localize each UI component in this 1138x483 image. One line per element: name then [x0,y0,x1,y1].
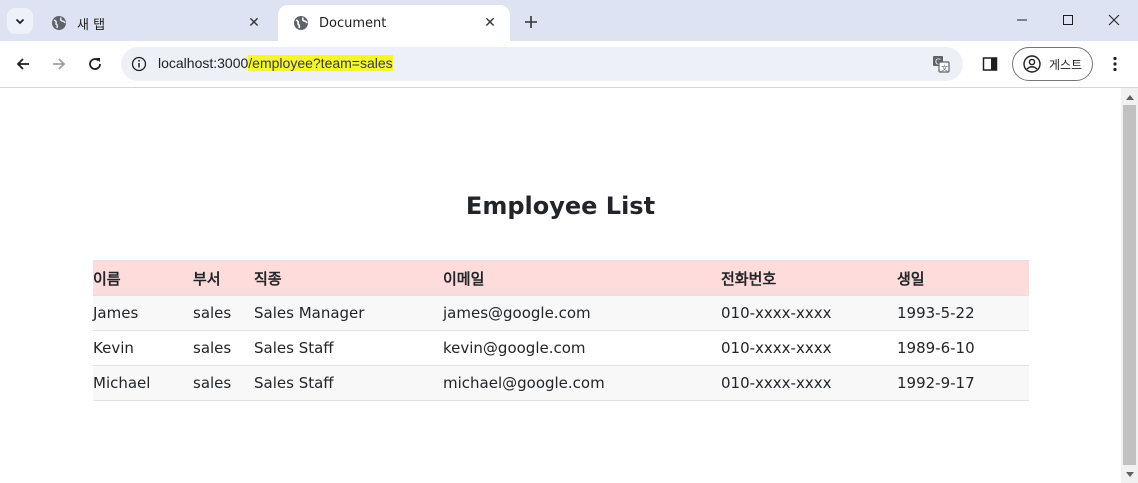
globe-icon [51,15,67,31]
globe-icon [293,15,309,31]
minimize-button[interactable] [999,4,1045,36]
column-header-position: 직종 [254,260,443,296]
tab-new-tab[interactable]: 새 탭 ✕ [36,5,274,41]
minimize-icon [1017,19,1027,21]
table-row: Michael sales Sales Staff michael@google… [93,365,1029,401]
svg-text:文: 文 [941,64,948,73]
reload-icon [89,58,101,70]
cell-phone: 010-xxxx-xxxx [721,295,897,331]
cell-phone: 010-xxxx-xxxx [721,330,897,366]
back-button[interactable] [9,50,37,78]
column-header-department: 부서 [193,260,254,296]
employee-table: 이름 부서 직종 이메일 전화번호 생일 James sales Sales M… [93,260,1029,401]
account-icon [1023,55,1041,73]
url-text[interactable]: localhost:3000/employee?team=sales [158,55,393,71]
url-host: localhost:3000 [158,55,249,71]
page-title: Employee List [465,192,656,220]
cell-phone: 010-xxxx-xxxx [721,365,897,401]
cell-department: sales [193,295,254,331]
new-tab-button[interactable] [519,10,543,34]
cell-department: sales [193,365,254,401]
cell-name: Kevin [93,330,193,366]
window-close-button[interactable] [1091,4,1137,36]
profile-button[interactable]: 게스트 [1012,47,1093,81]
close-icon[interactable]: ✕ [480,13,500,33]
tab-title: 새 탭 [77,17,106,33]
profile-label: 게스트 [1049,57,1083,72]
cell-position: Sales Manager [254,295,443,331]
tab-document[interactable]: Document ✕ [278,5,510,41]
menu-button[interactable] [1103,52,1127,76]
scroll-up-button[interactable] [1121,88,1138,105]
url-path: /employee?team=sales [248,55,393,71]
table-row: Kevin sales Sales Staff kevin@google.com… [93,330,1029,366]
cell-department: sales [193,330,254,366]
cell-position: Sales Staff [254,330,443,366]
table-header-row: 이름 부서 직종 이메일 전화번호 생일 [93,260,1029,296]
page-viewport: Employee List 이름 부서 직종 이메일 전화번호 생일 James… [0,88,1121,483]
close-icon[interactable]: ✕ [244,13,264,33]
cell-email: james@google.com [443,295,721,331]
reload-button[interactable] [81,50,109,78]
column-header-phone: 전화번호 [721,260,897,296]
column-header-birthday: 생일 [897,260,1029,296]
cell-birthday: 1989-6-10 [897,330,1029,366]
address-bar[interactable]: localhost:3000/employee?team=sales G 文 [121,47,963,81]
cell-birthday: 1992-9-17 [897,365,1029,401]
site-info-icon[interactable] [130,55,148,73]
cell-email: kevin@google.com [443,330,721,366]
forward-button[interactable] [45,50,73,78]
browser-toolbar: localhost:3000/employee?team=sales G 文 게… [0,41,1138,88]
column-header-email: 이메일 [443,260,721,296]
scroll-down-button[interactable] [1121,466,1138,483]
arrow-right-icon [53,58,66,70]
maximize-button[interactable] [1045,4,1091,36]
tab-strip: 새 탭 ✕ Document ✕ [0,0,1138,41]
cell-name: Michael [93,365,193,401]
table-row: James sales Sales Manager james@google.c… [93,295,1029,331]
cell-birthday: 1993-5-22 [897,295,1029,331]
arrow-left-icon [16,58,29,70]
side-panel-icon [982,57,998,71]
cell-position: Sales Staff [254,365,443,401]
tab-title: Document [319,15,387,31]
maximize-icon [1063,15,1073,25]
cell-email: michael@google.com [443,365,721,401]
kebab-menu-icon [1113,56,1117,72]
scroll-thumb[interactable] [1123,105,1136,465]
triangle-up-icon [1125,94,1134,100]
chevron-down-icon [15,18,25,25]
column-header-name: 이름 [93,260,193,296]
triangle-down-icon [1125,471,1134,477]
cell-name: James [93,295,193,331]
close-icon [1108,14,1120,26]
translate-icon[interactable]: G 文 [931,54,951,74]
plus-icon [525,16,537,28]
tab-search-button[interactable] [7,8,33,34]
side-panel-button[interactable] [978,52,1002,76]
vertical-scrollbar[interactable] [1121,88,1138,483]
